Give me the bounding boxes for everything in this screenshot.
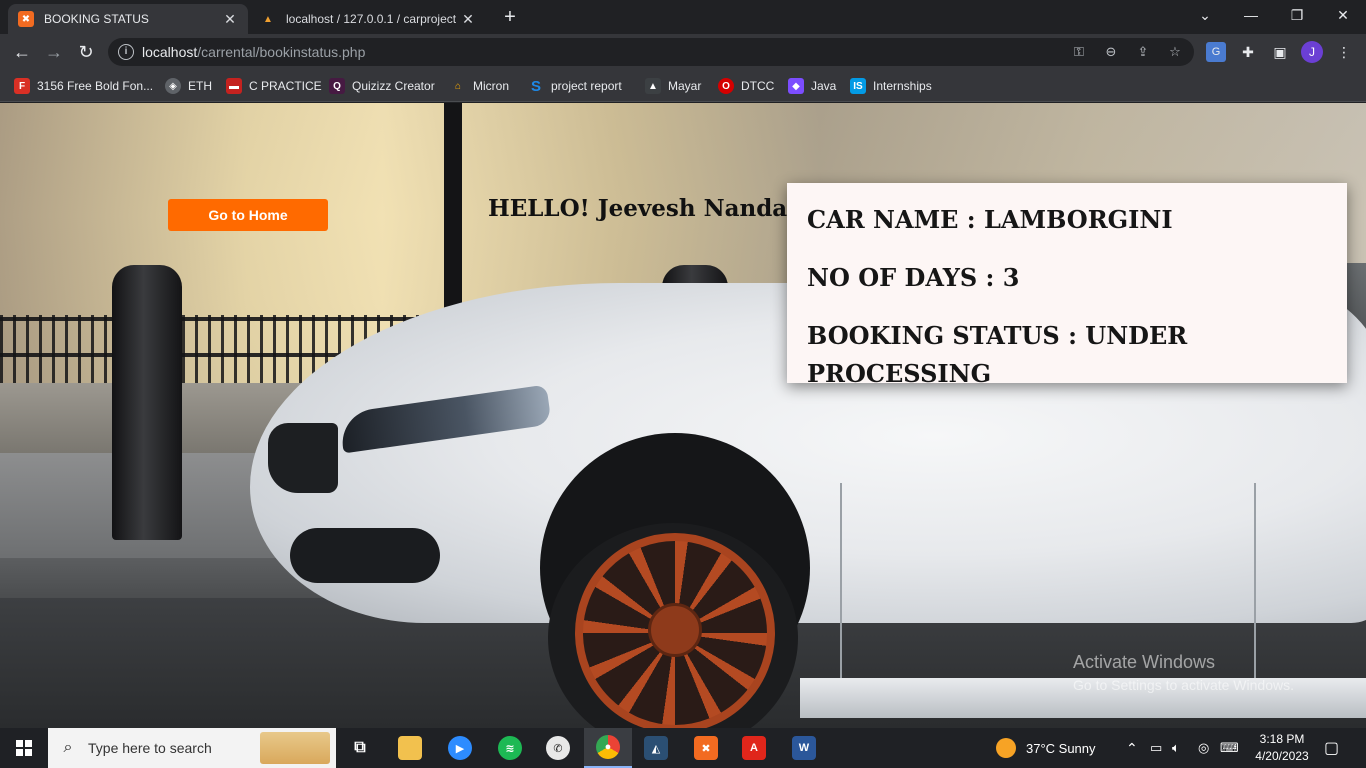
weather-widget[interactable]: 37°C Sunny [996, 728, 1096, 768]
tab-title: localhost / 127.0.0.1 / carproject [286, 12, 457, 26]
c-practice-icon: ▬ [226, 78, 242, 94]
tab-strip: ✖ BOOKING STATUS ✕ ▲ localhost / 127.0.0… [0, 0, 1366, 34]
close-window-button[interactable]: ✕ [1320, 0, 1366, 32]
chrome-icon: ● [596, 735, 620, 759]
mysql-workbench-button[interactable]: ◭ [632, 728, 680, 768]
word-button[interactable]: W [780, 728, 828, 768]
extensions-icon[interactable]: ✚ [1238, 42, 1258, 62]
file-explorer-button[interactable] [386, 728, 434, 768]
battery-icon[interactable]: ▭ [1150, 728, 1162, 768]
key-icon[interactable]: ⚿ [1070, 43, 1088, 61]
folder-icon [398, 736, 422, 760]
go-to-home-button[interactable]: Go to Home [168, 199, 328, 231]
new-tab-button[interactable]: + [498, 6, 522, 30]
sun-icon [996, 738, 1016, 758]
booking-status-line: BOOKING STATUS : UNDER PROCESSING [807, 317, 1327, 383]
keyboard-icon[interactable]: ⌨ [1220, 728, 1239, 768]
menu-icon[interactable]: ⋮ [1334, 42, 1354, 62]
xampp-icon: ✖ [18, 11, 34, 27]
back-button[interactable]: ← [10, 40, 34, 64]
booking-status-card: CAR NAME : LAMBORGINI NO OF DAYS : 3 BOO… [787, 183, 1347, 383]
bookmark-item[interactable]: ▬ C PRACTICE [226, 76, 322, 96]
tab-search-icon[interactable]: ⌄ [1182, 0, 1228, 32]
pdf-icon: A [742, 736, 766, 760]
tray-chevron-icon[interactable]: ⌃ [1126, 728, 1138, 768]
side-panel-icon[interactable]: ▣ [1270, 42, 1290, 62]
chrome-button[interactable]: ● [584, 728, 632, 768]
tab-phpmyadmin[interactable]: ▲ localhost / 127.0.0.1 / carproject ✕ [250, 4, 486, 34]
bookmark-star-icon[interactable]: ☆ [1166, 43, 1184, 61]
taskbar: ⌕ Type here to search ⧉ ▶ ≋ ✆ ● ◭ ✖ A W … [0, 728, 1366, 768]
task-view-icon: ⧉ [354, 739, 366, 756]
quizizz-icon: Q [329, 78, 345, 94]
bookmark-item[interactable]: IS Internships [850, 76, 932, 96]
zoom-app-icon: ▶ [448, 736, 472, 760]
tab-title: BOOKING STATUS [44, 12, 149, 26]
car-name-line: CAR NAME : LAMBORGINI [807, 205, 1173, 234]
whatsapp-button[interactable]: ✆ [534, 728, 582, 768]
start-button[interactable] [0, 728, 48, 768]
bookmark-item[interactable]: O DTCC [718, 76, 774, 96]
bookmark-item[interactable]: Q Quizizz Creator [329, 76, 435, 96]
url-text[interactable]: localhost/carrental/bookinstatus.php [142, 44, 365, 60]
minimize-button[interactable]: — [1228, 0, 1274, 32]
zoom-icon[interactable]: ⊖ [1102, 43, 1120, 61]
xampp-button[interactable]: ✖ [682, 728, 730, 768]
taskbar-search[interactable]: ⌕ Type here to search [48, 728, 336, 768]
browser-toolbar: ← → ↻ i localhost/carrental/bookinstatus… [0, 34, 1366, 70]
share-icon[interactable]: ⇪ [1134, 43, 1152, 61]
xampp-icon: ✖ [694, 736, 718, 760]
workbench-icon: ◭ [644, 736, 668, 760]
translate-icon[interactable]: G [1206, 42, 1226, 62]
eth-icon: ◈ [165, 78, 181, 94]
bookmark-item[interactable]: ◆ Java [788, 76, 836, 96]
profile-avatar[interactable]: J [1301, 41, 1323, 63]
spotify-button[interactable]: ≋ [486, 728, 534, 768]
search-icon: ⌕ [63, 739, 73, 756]
phpmyadmin-icon: ▲ [263, 13, 273, 25]
search-highlight-icon [260, 732, 330, 764]
word-icon: W [792, 736, 816, 760]
notification-icon[interactable]: ▢ [1324, 728, 1339, 768]
spotify-icon: ≋ [498, 736, 522, 760]
bookmark-item[interactable]: ⌂ Micron [450, 76, 509, 96]
greeting-heading: HELLO! Jeevesh Nandan [488, 195, 804, 222]
camera-icon[interactable]: ◎ [1198, 728, 1209, 768]
system-clock[interactable]: 3:18 PM 4/20/2023 [1244, 731, 1320, 765]
activate-windows-watermark: Activate Windows Go to Settings to activ… [1073, 652, 1294, 693]
acrobat-button[interactable]: A [730, 728, 778, 768]
address-bar[interactable]: i localhost/carrental/bookinstatus.php ⚿… [108, 38, 1194, 66]
image-icon: ▲ [645, 78, 661, 94]
days-line: NO OF DAYS : 3 [807, 263, 1020, 292]
windows-icon [16, 740, 32, 756]
bookmark-item[interactable]: F 3156 Free Bold Fon... [14, 76, 153, 96]
font-icon: F [14, 78, 30, 94]
days-value: 3 [1002, 263, 1020, 292]
bookmark-item[interactable]: ▲ Mayar [645, 76, 701, 96]
car-name-value: LAMBORGINI [984, 205, 1173, 234]
micron-icon: ⌂ [454, 80, 462, 92]
tab-booking-status[interactable]: ✖ BOOKING STATUS ✕ [8, 4, 248, 34]
dtcc-icon: O [718, 78, 734, 94]
close-icon[interactable]: ✕ [460, 11, 476, 28]
bookmark-item[interactable]: ◈ ETH [165, 76, 212, 96]
task-view-button[interactable]: ⧉ [336, 728, 384, 768]
s-icon: S [530, 77, 541, 95]
forward-button[interactable]: → [42, 40, 66, 64]
page-viewport: Go to Home HELLO! Jeevesh Nandan CAR NAM… [0, 103, 1366, 728]
bookmarks-bar: F 3156 Free Bold Fon... ◈ ETH ▬ C PRACTICE … [0, 70, 1366, 102]
zoom-app-button[interactable]: ▶ [436, 728, 484, 768]
java-icon: ◆ [788, 78, 804, 94]
volume-icon[interactable]: 🔈︎ [1172, 728, 1180, 768]
is-icon: IS [850, 78, 866, 94]
site-info-icon[interactable]: i [118, 44, 134, 60]
close-icon[interactable]: ✕ [222, 11, 238, 28]
bookmark-item[interactable]: Sproject report [528, 76, 622, 96]
whatsapp-icon: ✆ [546, 736, 570, 760]
restore-button[interactable]: ❐ [1274, 0, 1320, 32]
reload-button[interactable]: ↻ [74, 40, 98, 64]
